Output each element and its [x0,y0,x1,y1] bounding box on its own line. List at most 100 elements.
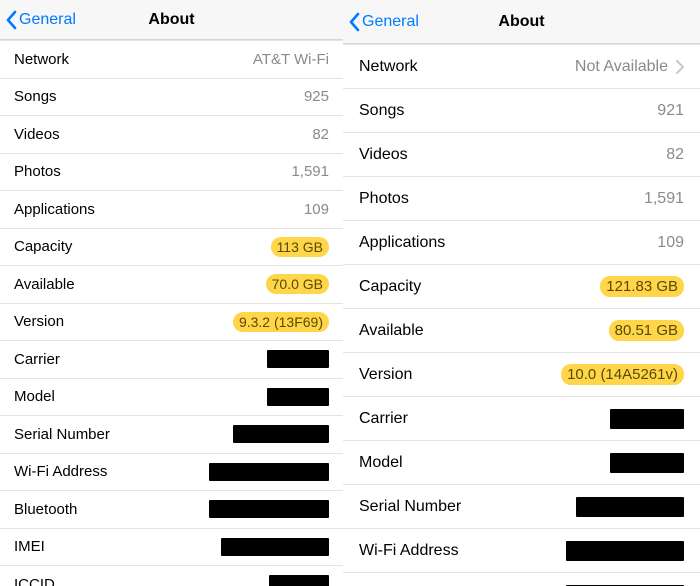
row-label: Capacity [14,238,72,255]
settings-list: Network AT&T Wi-Fi Songs 925 Videos 82 Photos 1… [0,40,343,586]
row-label: Available [359,322,424,340]
table-row: Serial Number [0,416,343,454]
back-label: General [19,11,76,29]
table-row: Bluetooth [0,491,343,529]
row-value-redacted [209,500,329,518]
row-value-wrap: 70.0 GB [266,274,329,294]
row-value-highlight: 121.83 GB [600,276,684,297]
row-label: Available [14,276,75,293]
settings-list: NetworkNot AvailableSongs921Videos82Phot… [343,44,700,586]
row-label: Version [359,366,412,384]
row-value-wrap [566,541,684,561]
row-value: 109 [657,234,684,252]
table-row: Carrier [0,341,343,379]
row-label: Serial Number [359,498,461,516]
row-label: Bluetooth [14,501,77,518]
back-button[interactable]: General [347,0,419,43]
row-label: IMEI [14,538,45,555]
row-label: Photos [14,163,61,180]
table-row: Songs 925 [0,79,343,117]
row-value-redacted [610,409,684,429]
table-row: Carrier [343,397,700,441]
row-value: 921 [657,102,684,120]
table-row: ICCID [0,566,343,586]
table-row: Applications 109 [343,221,700,265]
row-label: Wi-Fi Address [14,463,107,480]
row-value-wrap: 80.51 GB [609,320,684,341]
table-row: Serial Number [343,485,700,529]
row-value-redacted [576,497,684,517]
row-value: AT&T Wi-Fi [253,51,329,68]
row-label: Version [14,313,64,330]
row-label: Capacity [359,278,421,296]
chevron-right-icon [676,60,684,74]
table-row: Wi-Fi Address [0,454,343,492]
table-row: Version 9.3.2 (13F69) [0,304,343,342]
table-row: Wi-Fi Address [343,529,700,573]
row-label: Songs [14,88,57,105]
row-value-wrap [267,350,329,368]
table-row: Photos 1,591 [0,154,343,192]
row-value-redacted [566,541,684,561]
row-value-wrap [576,497,684,517]
row-value-highlight: 9.3.2 (13F69) [233,312,329,332]
row-value-wrap [610,409,684,429]
row-label: Wi-Fi Address [359,542,459,560]
chevron-left-icon [347,10,363,34]
row-value: 82 [312,126,329,143]
nav-title: About [148,11,194,29]
row-value-redacted [221,538,329,556]
phone-left: General About Network AT&T Wi-Fi Songs 925 V… [0,0,343,586]
row-value-wrap: 109 [304,201,329,218]
table-row: Available 80.51 GB [343,309,700,353]
row-value: 82 [666,146,684,164]
back-button[interactable]: General [4,0,76,39]
row-value-redacted [610,453,684,473]
row-value-wrap [610,453,684,473]
row-value-wrap: 9.3.2 (13F69) [233,312,329,332]
table-row: Model [0,379,343,417]
row-label: Videos [14,126,60,143]
table-row: Videos 82 [0,116,343,154]
table-row: Applications 109 [0,191,343,229]
table-row: Photos1,591 [343,177,700,221]
table-row: IMEI [0,529,343,567]
row-value-wrap [209,463,329,481]
row-value-wrap: 109 [657,234,684,252]
row-value-wrap [209,500,329,518]
row-label: Applications [14,201,95,218]
row-value-redacted [267,350,329,368]
table-row[interactable]: NetworkNot Available [343,45,700,89]
phone-right: General About NetworkNot Available Songs 9… [343,0,700,586]
row-label: Songs [359,102,404,120]
row-value-redacted [209,463,329,481]
table-row: Bluetooth [343,573,700,586]
table-row: Version 10.0 (14A5261v) [343,353,700,397]
chevron-left-icon [4,8,20,32]
row-value-highlight: 70.0 GB [266,274,329,294]
row-value-wrap: AT&T Wi-Fi [253,51,329,68]
row-label: Network [14,51,69,68]
row-label: Network [359,58,418,76]
row-value-wrap: 113 GB [271,237,329,257]
row-value: 109 [304,201,329,218]
row-value: 925 [304,88,329,105]
row-value-redacted [269,575,329,586]
row-label: Carrier [14,351,60,368]
row-label: Serial Number [14,426,110,443]
navbar: General About [343,0,700,44]
row-value-wrap: 925 [304,88,329,105]
table-row: Capacity 113 GB [0,229,343,267]
row-value-wrap [221,538,329,556]
back-label: General [362,13,419,31]
row-value-redacted [233,425,329,443]
row-value-wrap: 82 [666,146,684,164]
row-value: 1,591 [291,163,329,180]
row-label: Applications [359,234,445,252]
table-row: Capacity 121.83 GB [343,265,700,309]
row-value-wrap: 10.0 (14A5261v) [561,364,684,385]
row-value-wrap: 1,591 [644,190,684,208]
nav-title: About [498,13,544,31]
row-label: Model [359,454,403,472]
row-value-wrap: 1,591 [291,163,329,180]
